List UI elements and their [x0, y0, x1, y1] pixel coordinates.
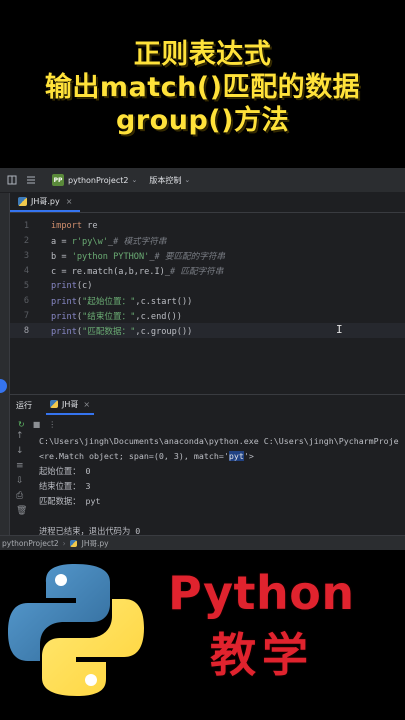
editor-tabbar: JH哥.py × — [10, 193, 405, 213]
up-arrow-icon[interactable]: ↑ — [16, 431, 24, 441]
banner-line-3: group()方法 — [116, 104, 289, 136]
editor-tab-label: JH哥.py — [31, 196, 60, 206]
python-logo — [8, 564, 144, 696]
vcs-menu[interactable]: 版本控制 — [149, 175, 181, 186]
scroll-end-icon[interactable]: ⇩ — [16, 476, 24, 486]
python-file-icon — [18, 196, 27, 206]
top-toolbar: PP pythonProject2 ⌄ 版本控制 ⌄ — [0, 168, 405, 193]
console-line: <re.Match object; span=(0, 3), match=' py… — [39, 450, 254, 461]
chevron-down-icon[interactable]: ⌄ — [184, 176, 190, 184]
editor-tab[interactable]: JH哥.py × — [10, 192, 81, 212]
python-file-icon — [69, 539, 77, 547]
code-line[interactable]: 6 print("起始位置：",c.start()) — [10, 293, 405, 308]
banner-line-1: 正则表达式 — [133, 38, 272, 70]
console-side-tools: ↑ ↓ ≡ ⇩ ⎙ 🗑 — [10, 431, 32, 536]
run-panel-title[interactable]: 运行 — [16, 400, 32, 411]
console-line: 起始位置： 0 — [39, 465, 91, 476]
active-tool-marker[interactable] — [0, 379, 7, 393]
left-tool-strip — [0, 193, 10, 550]
soft-wrap-icon[interactable]: ≡ — [16, 461, 24, 471]
console-output[interactable]: C:\Users\jingh\Documents\anaconda\python… — [39, 433, 405, 536]
code-line[interactable]: 7 print("结束位置：",c.end()) — [10, 308, 405, 323]
project-selector[interactable]: pythonProject2 — [68, 176, 128, 185]
breadcrumb-project[interactable]: pythonProject2 — [2, 539, 59, 548]
stop-icon[interactable]: ■ — [33, 420, 41, 429]
keyword: import — [51, 220, 83, 231]
run-header: 运行 JH哥 × — [10, 395, 405, 415]
line-number: 6 — [23, 295, 29, 306]
console-line: 结束位置： 3 — [39, 480, 91, 491]
line-number: 7 — [23, 310, 29, 321]
run-toolbar: ↻ ■ ⋮ — [10, 417, 405, 431]
mouse-ibeam-icon: I — [336, 323, 343, 336]
line-number: 1 — [23, 220, 29, 231]
run-panel: 运行 JH哥 × ↻ ■ ⋮ ↑ ↓ ≡ ⇩ ⎙ 🗑 C:\Users\jing… — [10, 394, 405, 536]
banner-line-2: 输出match()匹配的数据 — [44, 71, 361, 103]
line-number: 3 — [23, 250, 29, 261]
title-banner: 正则表达式 输出match()匹配的数据 group()方法 — [0, 0, 405, 168]
line-number: 2 — [23, 235, 29, 246]
line-number: 5 — [23, 280, 29, 291]
python-title: Python — [168, 566, 355, 620]
status-bar: pythonProject2 › JH哥.py — [0, 535, 405, 550]
code-line[interactable]: 2 a = r'py\w'_# 模式字符串 — [10, 233, 405, 248]
hamburger-icon[interactable] — [24, 173, 38, 187]
console-line: 匹配数据： pyt — [39, 495, 101, 506]
print-icon[interactable]: ⎙ — [16, 491, 23, 501]
rerun-icon[interactable]: ↻ — [18, 420, 25, 429]
pycharm-window: PP pythonProject2 ⌄ 版本控制 ⌄ JH哥.py × 1 im… — [0, 168, 405, 550]
code-line[interactable]: 5 print(c) — [10, 278, 405, 293]
line-number: 4 — [23, 265, 29, 276]
run-tab[interactable]: JH哥 × — [46, 395, 95, 415]
close-icon[interactable]: × — [83, 400, 90, 409]
close-icon[interactable]: × — [66, 197, 73, 206]
code-editor[interactable]: 1 import re 2 a = r'py\w'_# 模式字符串 3 b = … — [10, 214, 405, 394]
project-badge: PP — [52, 174, 64, 186]
code-line[interactable]: 4 c = re.match(a,b,re.I)_# 匹配字符串 — [10, 263, 405, 278]
python-file-icon — [50, 400, 58, 408]
run-tab-label: JH哥 — [62, 399, 79, 409]
code-line[interactable]: 3 b = 'python PYTHON'_# 要匹配的字符串 — [10, 248, 405, 263]
trash-icon[interactable]: 🗑 — [16, 506, 27, 516]
line-number: 8 — [23, 325, 29, 336]
console-line: C:\Users\jingh\Documents\anaconda\python… — [39, 435, 399, 446]
teaching-title: 教学 — [210, 628, 314, 682]
window-menu-icon[interactable] — [5, 173, 19, 187]
down-arrow-icon[interactable]: ↓ — [16, 446, 24, 456]
code-line[interactable]: 1 import re — [10, 218, 405, 233]
code-line-current[interactable]: 8 print("匹配数据：",c.group()) — [10, 323, 405, 338]
chevron-down-icon[interactable]: ⌄ — [131, 176, 137, 184]
breadcrumb-file[interactable]: JH哥.py — [82, 538, 109, 549]
breadcrumb-separator-icon: › — [62, 538, 66, 548]
more-icon[interactable]: ⋮ — [48, 420, 56, 429]
